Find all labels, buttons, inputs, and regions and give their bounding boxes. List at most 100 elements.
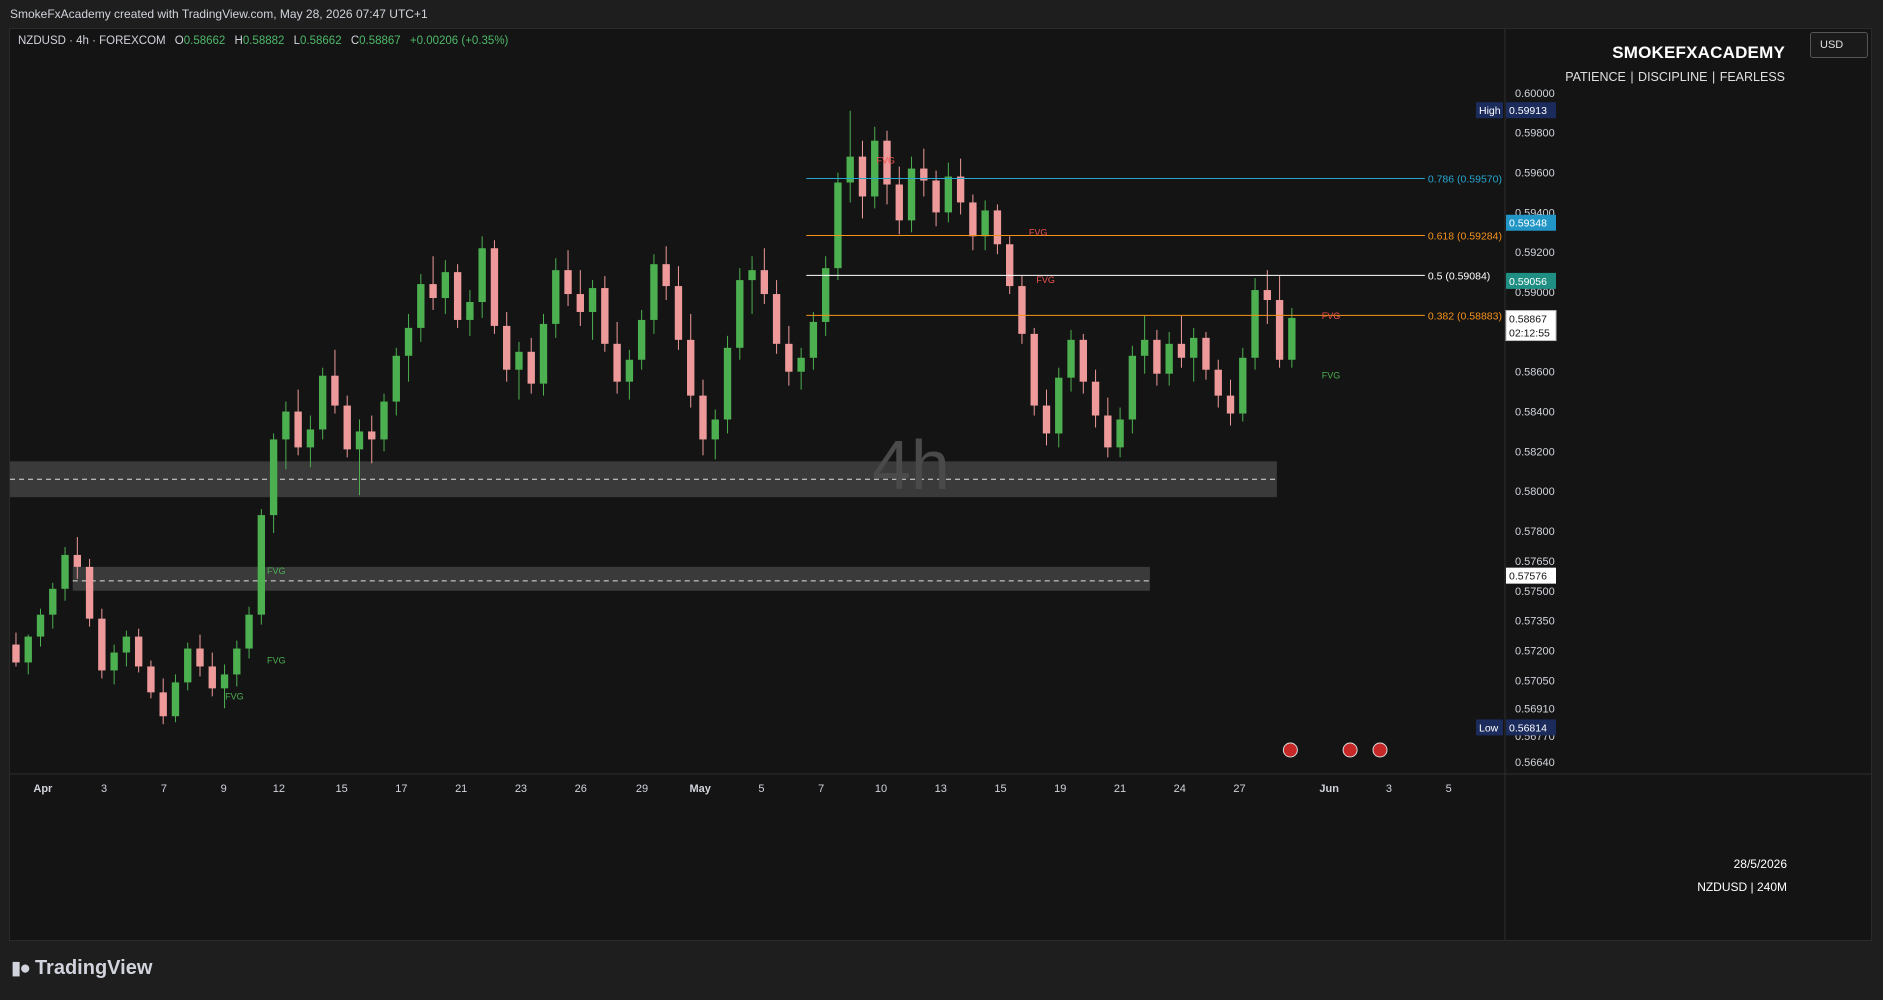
candle-body bbox=[1067, 339, 1075, 378]
candle-body bbox=[441, 272, 450, 299]
time-tick-label: 10 bbox=[875, 783, 887, 795]
economic-event-icon bbox=[1282, 742, 1298, 758]
candle-body bbox=[809, 321, 818, 358]
footer-date: 28/5/2026 bbox=[1733, 857, 1787, 871]
candle-body bbox=[294, 411, 302, 448]
timeframe-watermark: 4h bbox=[872, 426, 950, 504]
candle-body bbox=[821, 268, 830, 322]
price-badge-value: 0.59348 bbox=[1509, 218, 1547, 230]
candle-body bbox=[318, 375, 327, 430]
price-tick-label: 0.58200 bbox=[1515, 446, 1555, 458]
candle-body bbox=[196, 648, 204, 667]
economic-event-icon bbox=[1372, 742, 1388, 758]
candle-body bbox=[1042, 405, 1051, 434]
candle-body bbox=[1104, 415, 1112, 448]
open-key: O bbox=[174, 35, 184, 47]
ohlc-legend: NZDUSD · 4h · FOREXCOM O0.58662 H0.58882… bbox=[18, 35, 508, 47]
time-tick-label: 29 bbox=[636, 783, 648, 795]
candle-body bbox=[711, 419, 719, 440]
candle-body bbox=[233, 648, 241, 675]
fib-level-label: 0.786 (0.59570) bbox=[1428, 174, 1502, 186]
fvg-label: FVG bbox=[267, 566, 286, 576]
candle-body bbox=[1018, 286, 1026, 334]
candle-body bbox=[184, 648, 192, 683]
candle-body bbox=[12, 644, 20, 663]
candle-body bbox=[269, 439, 278, 516]
fvg-label: FVG bbox=[877, 156, 896, 166]
time-tick-label: 26 bbox=[575, 783, 587, 795]
price-tick-label: 0.60000 bbox=[1515, 88, 1555, 100]
candle-body bbox=[588, 288, 597, 312]
candle-body bbox=[392, 355, 400, 402]
currency-button[interactable]: USD bbox=[1810, 32, 1868, 58]
tradingview-logo-text: TradingView bbox=[34, 957, 153, 979]
chart-area[interactable]: 0.786 (0.59570) 0.618 (0.59284) 0.5 (0.590… bbox=[9, 28, 1872, 941]
candle-body bbox=[637, 319, 646, 360]
close-value: 0.58867 bbox=[359, 35, 401, 47]
candle-body bbox=[1153, 339, 1161, 374]
price-badge-label: Low bbox=[1479, 722, 1499, 734]
price-tick-label: 0.58400 bbox=[1515, 407, 1555, 419]
candle-body bbox=[171, 682, 180, 717]
price-tick-label: 0.57800 bbox=[1515, 526, 1555, 538]
fvg-label: FVG bbox=[1322, 371, 1341, 381]
tradingview-logo[interactable]: ▮● TradingView bbox=[11, 957, 152, 980]
candle-body bbox=[932, 180, 940, 213]
candle-body bbox=[576, 294, 584, 312]
candle-body bbox=[993, 210, 1002, 245]
candle-body bbox=[662, 264, 670, 287]
top-caption-bar: SmokeFxAcademy created with TradingView.… bbox=[0, 0, 1883, 28]
brand-subtitle: PATIENCE | DISCIPLINE | FEARLESS bbox=[1565, 70, 1785, 84]
candle-body bbox=[1128, 355, 1137, 420]
time-tick-label: 27 bbox=[1233, 783, 1245, 795]
price-tick-label: 0.57200 bbox=[1515, 646, 1555, 658]
candle-body bbox=[772, 294, 781, 344]
time-tick-label: 13 bbox=[935, 783, 947, 795]
candle-body bbox=[1239, 357, 1247, 414]
candle-body bbox=[257, 515, 266, 615]
candle-body bbox=[736, 280, 744, 348]
brand-block: SMOKEFXACADEMY PATIENCE | DISCIPLINE | F… bbox=[1565, 43, 1785, 84]
candle-body bbox=[1251, 290, 1259, 358]
candle-body bbox=[1275, 300, 1284, 360]
price-tick-label: 0.59600 bbox=[1515, 168, 1555, 180]
candle-body bbox=[1055, 377, 1063, 434]
candle-body bbox=[797, 357, 805, 372]
change-value: +0.00206 (+0.35%) bbox=[409, 35, 509, 47]
time-tick-label: 21 bbox=[455, 783, 467, 795]
candle-body bbox=[969, 202, 977, 237]
candle-body bbox=[858, 156, 867, 197]
candle-body bbox=[24, 636, 32, 663]
candle-body bbox=[674, 286, 683, 340]
time-tick-label: 3 bbox=[101, 783, 107, 795]
candle-body bbox=[601, 288, 609, 344]
candle-body bbox=[981, 210, 989, 237]
candle-body bbox=[748, 270, 756, 281]
open-value: 0.58662 bbox=[183, 35, 226, 47]
candle-body bbox=[159, 692, 167, 717]
price-badge-value: 0.56814 bbox=[1509, 722, 1547, 734]
tradingview-logo-icon: ▮● bbox=[11, 958, 31, 979]
candle-body bbox=[503, 325, 511, 370]
brand-title: SMOKEFXACADEMY bbox=[1612, 43, 1785, 62]
high-key: H bbox=[234, 35, 243, 47]
high-value: 0.58882 bbox=[242, 35, 285, 47]
time-tick-label: 5 bbox=[758, 783, 764, 795]
candle-body bbox=[760, 270, 769, 295]
candle-body bbox=[466, 302, 474, 320]
time-tick-label: 19 bbox=[1054, 783, 1066, 795]
candle-body bbox=[73, 554, 81, 567]
candle-body bbox=[1214, 369, 1222, 396]
time-tick-label: 3 bbox=[1386, 783, 1392, 795]
price-badge-label: High bbox=[1479, 105, 1501, 117]
candle-body bbox=[944, 176, 953, 213]
candle-body bbox=[895, 184, 903, 221]
symbol-label[interactable]: NZDUSD · 4h · FOREXCOM bbox=[18, 35, 166, 47]
time-tick-label: 7 bbox=[161, 783, 167, 795]
candle-body bbox=[613, 343, 621, 382]
candle-body bbox=[1190, 337, 1198, 358]
chart-caption: SmokeFxAcademy created with TradingView.… bbox=[10, 7, 428, 21]
candle-body bbox=[650, 264, 658, 320]
candle-body bbox=[907, 168, 916, 221]
candle-body bbox=[122, 636, 131, 653]
